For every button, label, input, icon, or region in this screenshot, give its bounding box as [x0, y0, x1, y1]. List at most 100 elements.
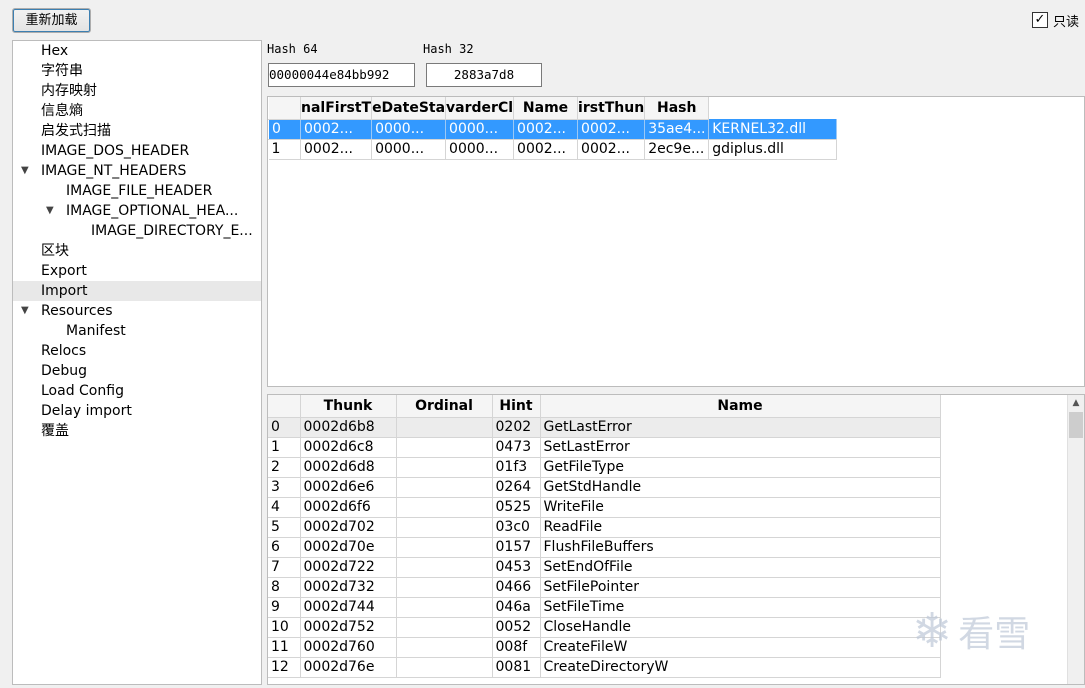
table-cell: 0002... [577, 139, 646, 160]
column-header[interactable]: irstThun [577, 97, 646, 120]
tree-item-manifest[interactable]: Manifest [13, 321, 261, 341]
tree-item-overlay[interactable]: 覆盖 [13, 421, 261, 441]
column-header-name[interactable]: Name [540, 395, 941, 418]
table-cell: 0002... [513, 119, 579, 140]
tree-item-strings[interactable]: 字符串 [13, 61, 261, 81]
column-header-ordinal[interactable]: Ordinal [396, 395, 493, 418]
hint-cell: 0202 [492, 417, 541, 438]
table-row[interactable]: 12 0002d76e 0081 CreateDirectoryW [268, 657, 941, 678]
expand-arrow-icon[interactable]: ▼ [21, 301, 29, 321]
table-row[interactable]: 4 0002d6f6 0525 WriteFile [268, 497, 941, 518]
tree-item-directory-entries[interactable]: IMAGE_DIRECTORY_E... [13, 221, 261, 241]
dll-name-cell: gdiplus.dll [708, 139, 838, 160]
tree-item-relocs[interactable]: Relocs [13, 341, 261, 361]
tree-item-label: 信息熵 [41, 103, 83, 119]
readonly-toggle[interactable]: ✓ 只读 [1031, 10, 1079, 30]
tree-item-debug[interactable]: Debug [13, 361, 261, 381]
row-index: 0 [268, 119, 301, 140]
expand-arrow-icon[interactable]: ▼ [46, 201, 54, 221]
function-table: Thunk Ordinal Hint Name 0 0002d6b8 0202 Get… [268, 395, 941, 678]
row-index: 2 [268, 457, 301, 478]
reload-button[interactable]: 重新加载 [12, 8, 91, 33]
scroll-thumb[interactable] [1069, 412, 1083, 438]
tree-item-resources[interactable]: ▼ Resources [13, 301, 261, 321]
table-row[interactable]: 8 0002d732 0466 SetFilePointer [268, 577, 941, 598]
column-header-empty [708, 97, 837, 119]
hint-cell: 046a [492, 597, 541, 618]
table-row[interactable]: 7 0002d722 0453 SetEndOfFile [268, 557, 941, 578]
tree-item-heuristic-scan[interactable]: 启发式扫描 [13, 121, 261, 141]
table-row[interactable]: 1 0002d6c8 0473 SetLastError [268, 437, 941, 458]
scroll-up-arrow-icon[interactable]: ▲ [1068, 395, 1084, 412]
table-row[interactable]: 1 0002... 0000... 0000... 0002... 0002..… [268, 139, 838, 160]
structure-tree[interactable]: Hex 字符串 内存映射 信息熵 启发式扫描 IMAGE_DOS_HEADER … [12, 40, 262, 685]
tree-item-load-config[interactable]: Load Config [13, 381, 261, 401]
table-cell: 35ae4... [644, 119, 710, 140]
tree-item-file-header[interactable]: IMAGE_FILE_HEADER [13, 181, 261, 201]
table-row[interactable]: 2 0002d6d8 01f3 GetFileType [268, 457, 941, 478]
row-index: 6 [268, 537, 301, 558]
tree-item-label: Resources [41, 303, 113, 319]
table-row[interactable]: 0 0002d6b8 0202 GetLastError [268, 417, 941, 438]
table-row[interactable]: 9 0002d744 046a SetFileTime [268, 597, 941, 618]
row-index: 12 [268, 657, 301, 678]
function-name-cell: GetStdHandle [540, 477, 941, 498]
table-row[interactable]: 3 0002d6e6 0264 GetStdHandle [268, 477, 941, 498]
tree-item-label: Relocs [41, 343, 87, 359]
tree-item-label: 字符串 [41, 63, 83, 79]
table-cell: 0002... [300, 139, 373, 160]
column-header[interactable]: eDateSta [371, 97, 447, 120]
function-name-cell: WriteFile [540, 497, 941, 518]
tree-item-export[interactable]: Export [13, 261, 261, 281]
table-row[interactable]: 0 0002... 0000... 0000... 0002... 0002..… [268, 119, 838, 140]
tree-item-import[interactable]: Import [13, 281, 261, 301]
function-name-cell: SetEndOfFile [540, 557, 941, 578]
column-header-hint[interactable]: Hint [492, 395, 541, 418]
ordinal-cell [396, 477, 493, 498]
function-name-cell: CloseHandle [540, 617, 941, 638]
tree-item-optional-header[interactable]: ▼ IMAGE_OPTIONAL_HEA... [13, 201, 261, 221]
hash64-field[interactable]: 00000044e84bb992 [268, 63, 415, 87]
tree-item-label: Delay import [41, 403, 132, 419]
tree-item-sections[interactable]: 区块 [13, 241, 261, 261]
column-header[interactable]: Hash [644, 97, 710, 120]
thunk-cell: 0002d702 [300, 517, 397, 538]
tree-item-hex[interactable]: Hex [13, 41, 261, 61]
dll-table-panel[interactable]: nalFirstT eDateSta varderCl Name irstThu… [267, 96, 1085, 387]
tree-item-label: Manifest [66, 323, 126, 339]
column-header[interactable]: varderCl [445, 97, 515, 120]
ordinal-cell [396, 657, 493, 678]
vertical-scrollbar[interactable]: ▲ [1067, 395, 1084, 684]
column-header[interactable]: nalFirstT [300, 97, 373, 120]
hash32-field[interactable]: 2883a7d8 [426, 63, 542, 87]
row-index: 8 [268, 577, 301, 598]
tree-item-nt-headers[interactable]: ▼ IMAGE_NT_HEADERS [13, 161, 261, 181]
table-row[interactable]: 10 0002d752 0052 CloseHandle [268, 617, 941, 638]
function-table-panel[interactable]: Thunk Ordinal Hint Name 0 0002d6b8 0202 Get… [267, 394, 1085, 685]
tree-item-label: 覆盖 [41, 423, 69, 439]
readonly-checkbox[interactable]: ✓ [1031, 12, 1048, 28]
tree-item-delay-import[interactable]: Delay import [13, 401, 261, 421]
table-row[interactable]: 11 0002d760 008f CreateFileW [268, 637, 941, 658]
expand-arrow-icon[interactable]: ▼ [21, 161, 29, 181]
row-index: 9 [268, 597, 301, 618]
thunk-cell: 0002d6d8 [300, 457, 397, 478]
hint-cell: 0081 [492, 657, 541, 678]
ordinal-cell [396, 637, 493, 658]
tree-item-memory-map[interactable]: 内存映射 [13, 81, 261, 101]
table-row[interactable]: 6 0002d70e 0157 FlushFileBuffers [268, 537, 941, 558]
hint-cell: 0525 [492, 497, 541, 518]
thunk-cell: 0002d6f6 [300, 497, 397, 518]
row-index: 1 [268, 437, 301, 458]
table-row[interactable]: 5 0002d702 03c0 ReadFile [268, 517, 941, 538]
row-index: 3 [268, 477, 301, 498]
ordinal-cell [396, 497, 493, 518]
corner-cell [268, 97, 301, 120]
tree-item-entropy[interactable]: 信息熵 [13, 101, 261, 121]
table-cell: 0002... [513, 139, 579, 160]
column-header[interactable]: Name [513, 97, 579, 120]
column-header-thunk[interactable]: Thunk [300, 395, 397, 418]
function-name-cell: SetFileTime [540, 597, 941, 618]
tree-item-dos-header[interactable]: IMAGE_DOS_HEADER [13, 141, 261, 161]
hint-cell: 0052 [492, 617, 541, 638]
